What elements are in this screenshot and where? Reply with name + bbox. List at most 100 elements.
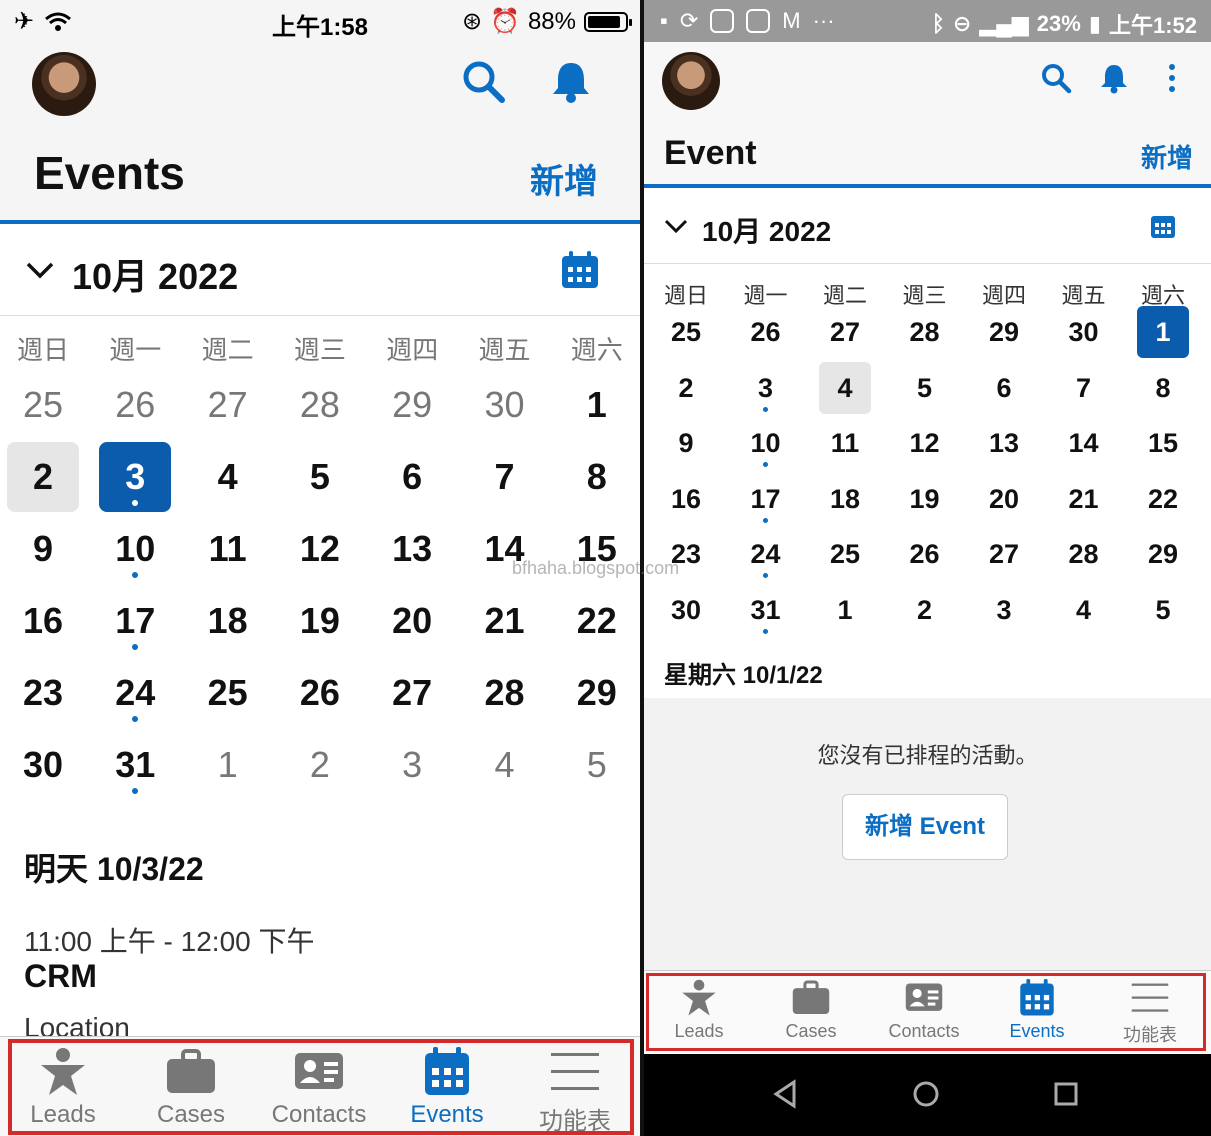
calendar-day[interactable]: 30 <box>469 370 541 440</box>
calendar-day[interactable]: 26 <box>99 370 171 440</box>
calendar-day[interactable]: 20 <box>978 473 1030 525</box>
chevron-down-icon[interactable] <box>24 254 56 286</box>
calendar-day[interactable]: 18 <box>192 586 264 656</box>
tab-contacts[interactable]: Contacts <box>259 1047 379 1129</box>
calendar-day[interactable]: 9 <box>7 514 79 584</box>
calendar-day[interactable]: 25 <box>819 528 871 580</box>
calendar-day[interactable]: 8 <box>1137 362 1189 414</box>
calendar-day[interactable]: 28 <box>284 370 356 440</box>
tab-contacts[interactable]: Contacts <box>869 979 979 1042</box>
back-icon[interactable] <box>768 1076 804 1112</box>
calendar-day[interactable]: 19 <box>899 473 951 525</box>
calendar-day[interactable]: 25 <box>192 658 264 728</box>
calendar-day[interactable]: 13 <box>978 417 1030 469</box>
calendar-day[interactable]: 8 <box>561 442 633 512</box>
tab-cases[interactable]: Cases <box>756 979 866 1042</box>
bell-icon[interactable] <box>548 58 594 104</box>
chevron-down-icon[interactable] <box>664 214 688 238</box>
tab-menu[interactable]: 功能表 <box>1095 979 1205 1047</box>
calendar-day[interactable]: 17 <box>740 473 792 525</box>
calendar-day[interactable]: 27 <box>819 306 871 358</box>
calendar-day[interactable]: 31 <box>740 584 792 636</box>
calendar-day[interactable]: 4 <box>469 730 541 800</box>
calendar-day[interactable]: 2 <box>899 584 951 636</box>
calendar-day[interactable]: 4 <box>192 442 264 512</box>
new-button[interactable]: 新增 <box>530 154 598 203</box>
calendar-day[interactable]: 29 <box>1137 528 1189 580</box>
bell-icon[interactable] <box>1098 62 1130 94</box>
more-vertical-icon[interactable] <box>1156 62 1188 94</box>
calendar-day[interactable]: 28 <box>899 306 951 358</box>
calendar-day[interactable]: 13 <box>376 514 448 584</box>
calendar-day[interactable]: 7 <box>1058 362 1110 414</box>
calendar-day[interactable]: 5 <box>899 362 951 414</box>
calendar-day[interactable]: 24 <box>740 528 792 580</box>
calendar-day[interactable]: 17 <box>99 586 171 656</box>
calendar-day[interactable]: 30 <box>7 730 79 800</box>
recents-icon[interactable] <box>1048 1076 1084 1112</box>
tab-events[interactable]: Events <box>982 979 1092 1042</box>
search-icon[interactable] <box>1040 62 1072 94</box>
calendar-icon[interactable] <box>1149 212 1177 240</box>
calendar-day[interactable]: 3 <box>99 442 172 512</box>
calendar-day[interactable]: 2 <box>7 442 79 512</box>
calendar-day[interactable]: 6 <box>978 362 1030 414</box>
calendar-day[interactable]: 16 <box>7 586 79 656</box>
new-button[interactable]: 新增 <box>1141 138 1193 175</box>
calendar-day[interactable]: 25 <box>7 370 79 440</box>
add-event-button[interactable]: 新增 Event <box>842 794 1008 860</box>
calendar-day[interactable]: 4 <box>1058 584 1110 636</box>
calendar-day[interactable]: 2 <box>660 362 712 414</box>
calendar-day[interactable]: 28 <box>1058 528 1110 580</box>
calendar-day[interactable]: 11 <box>819 417 871 469</box>
calendar-day[interactable]: 5 <box>1137 584 1189 636</box>
calendar-day[interactable]: 10 <box>740 417 792 469</box>
month-label[interactable]: 10月 2022 <box>72 248 238 300</box>
calendar-day[interactable]: 23 <box>7 658 79 728</box>
calendar-day[interactable]: 19 <box>284 586 356 656</box>
tab-leads[interactable]: Leads <box>644 979 754 1042</box>
calendar-day[interactable]: 16 <box>660 473 712 525</box>
calendar-day[interactable]: 22 <box>561 586 633 656</box>
event-name[interactable]: CRM <box>24 958 97 995</box>
calendar-day[interactable]: 9 <box>660 417 712 469</box>
calendar-day[interactable]: 12 <box>284 514 356 584</box>
calendar-day[interactable]: 20 <box>376 586 448 656</box>
calendar-day[interactable]: 29 <box>978 306 1030 358</box>
calendar-day[interactable]: 30 <box>1058 306 1110 358</box>
avatar[interactable] <box>662 52 720 110</box>
calendar-day[interactable]: 5 <box>561 730 633 800</box>
calendar-day[interactable]: 24 <box>99 658 171 728</box>
calendar-day[interactable]: 6 <box>376 442 448 512</box>
calendar-day[interactable]: 1 <box>1137 306 1189 358</box>
calendar-day[interactable]: 28 <box>469 658 541 728</box>
calendar-day[interactable]: 30 <box>660 584 712 636</box>
calendar-day[interactable]: 22 <box>1137 473 1189 525</box>
tab-cases[interactable]: Cases <box>131 1047 251 1129</box>
calendar-day[interactable]: 21 <box>1058 473 1110 525</box>
calendar-day[interactable]: 2 <box>284 730 356 800</box>
calendar-day[interactable]: 12 <box>899 417 951 469</box>
calendar-day[interactable]: 3 <box>376 730 448 800</box>
tab-leads[interactable]: Leads <box>3 1047 123 1129</box>
calendar-day[interactable]: 26 <box>740 306 792 358</box>
calendar-day[interactable]: 26 <box>284 658 356 728</box>
search-icon[interactable] <box>460 58 506 104</box>
month-label[interactable]: 10月 2022 <box>702 210 831 250</box>
calendar-day[interactable]: 31 <box>99 730 171 800</box>
calendar-day[interactable]: 1 <box>192 730 264 800</box>
calendar-day[interactable]: 29 <box>561 658 633 728</box>
calendar-day[interactable]: 25 <box>660 306 712 358</box>
calendar-day[interactable]: 5 <box>284 442 356 512</box>
calendar-day[interactable]: 29 <box>376 370 448 440</box>
calendar-day[interactable]: 1 <box>819 584 871 636</box>
calendar-day[interactable]: 1 <box>561 370 633 440</box>
calendar-day[interactable]: 27 <box>192 370 264 440</box>
tab-events[interactable]: Events <box>387 1047 507 1129</box>
calendar-day[interactable]: 26 <box>899 528 951 580</box>
calendar-day[interactable]: 14 <box>1058 417 1110 469</box>
calendar-day[interactable]: 10 <box>99 514 171 584</box>
calendar-day[interactable]: 3 <box>740 362 792 414</box>
calendar-day[interactable]: 27 <box>376 658 448 728</box>
calendar-day[interactable]: 3 <box>978 584 1030 636</box>
